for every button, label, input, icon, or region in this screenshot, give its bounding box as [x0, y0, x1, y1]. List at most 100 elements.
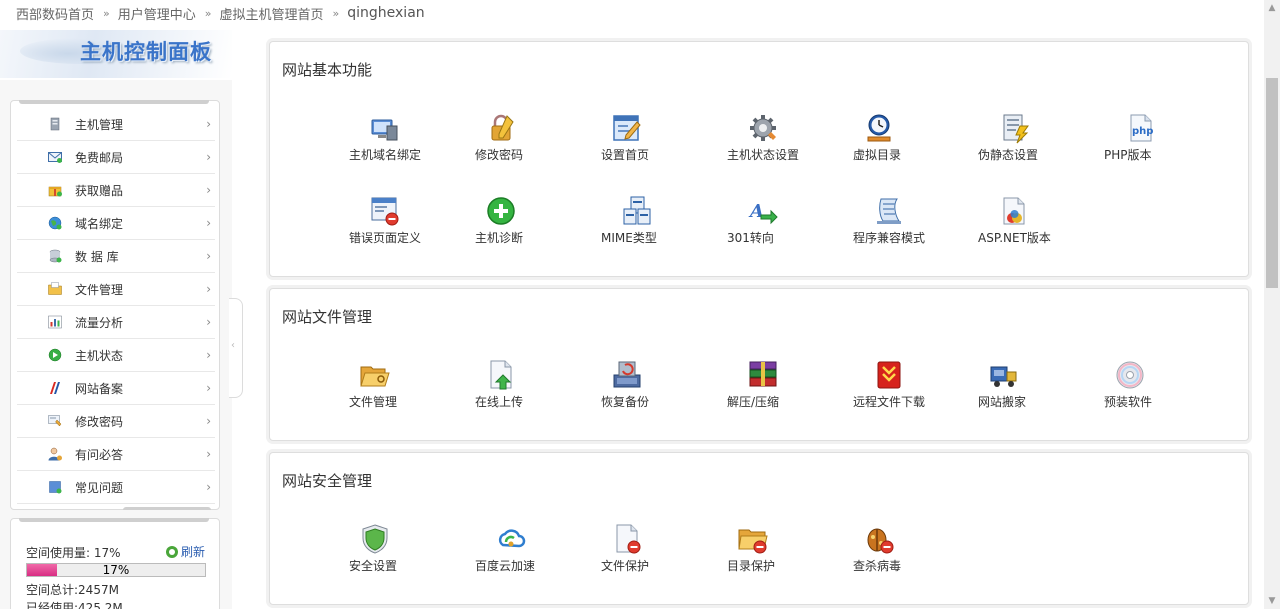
chevron-right-icon: ›: [206, 216, 211, 230]
sidebar-bottom-bar: [123, 507, 211, 510]
sidebar-item[interactable]: 数 据 库 ›: [17, 240, 215, 273]
sidebar-item-label: 数 据 库: [75, 249, 119, 264]
function-item[interactable]: 安全设置: [349, 523, 459, 574]
chevron-right-icon: ›: [206, 447, 211, 461]
scroll-up-icon[interactable]: ▲: [1264, 0, 1280, 16]
panel-file-management: 网站文件管理 文件管理 在线上传 恢复备份 解压/压缩 远程文件下载 网站搬家 预装软件: [269, 288, 1249, 441]
sidebar-item[interactable]: 主机管理 ›: [17, 108, 215, 141]
function-item[interactable]: 恢复备份: [601, 359, 711, 410]
control-panel-logo: 主机控制面板: [0, 30, 232, 78]
function-item[interactable]: 网站搬家: [978, 359, 1088, 410]
chevron-right-icon: ›: [206, 348, 211, 362]
function-item-label: 恢复备份: [601, 395, 650, 409]
function-item[interactable]: 伪静态设置: [978, 112, 1088, 163]
error-page-icon: [369, 195, 401, 227]
breadcrumb-vhost-home[interactable]: 虚拟主机管理首页: [220, 4, 324, 23]
function-item-label: 百度云加速: [475, 559, 536, 573]
database-icon: [47, 248, 63, 264]
gift-icon: [47, 182, 63, 198]
chevron-right-icon: ›: [206, 150, 211, 164]
sidebar-item-label: 域名绑定: [75, 216, 124, 231]
scroll-thumb[interactable]: [1266, 78, 1278, 288]
restore-icon: [611, 359, 643, 391]
sidebar-item[interactable]: 网站备案 ›: [17, 372, 215, 405]
sidebar-item-label: 网站备案: [75, 381, 124, 396]
function-item[interactable]: 虚拟目录: [853, 112, 963, 163]
sidebar-item-label: 修改密码: [75, 414, 124, 429]
sidebar-item[interactable]: 流量分析 ›: [17, 306, 215, 339]
globe-icon: [47, 215, 63, 231]
sidebar-item[interactable]: 域名绑定 ›: [17, 207, 215, 240]
panel-title: 网站基本功能: [282, 61, 373, 79]
sidebar-collapse-handle[interactable]: ‹: [229, 298, 243, 398]
sidebar-item[interactable]: 常见问题 ›: [17, 471, 215, 504]
breadcrumb-home[interactable]: 西部数码首页: [16, 4, 94, 23]
function-item[interactable]: 设置首页: [601, 112, 711, 163]
sidebar-item[interactable]: 主机状态 ›: [17, 339, 215, 372]
sidebar-menu: 主机管理 › 免费邮局 › 获取赠品 › 域名绑定 › 数 据 库 › 文件管理 › 流量分析 › 主机状态…: [10, 100, 220, 510]
mail-icon: [47, 149, 63, 165]
breadcrumb: 西部数码首页 » 用户管理中心 » 虚拟主机管理首页 » qinghexian: [16, 4, 425, 23]
truck-icon: [988, 359, 1020, 391]
space-usage-bar-text: 17%: [102, 563, 130, 577]
function-item[interactable]: ASP.NET版本: [978, 195, 1088, 246]
function-item[interactable]: 目录保护: [727, 523, 837, 574]
sidebar-item[interactable]: 文件管理 ›: [17, 273, 215, 306]
domain-bind-icon: [369, 112, 401, 144]
gear-icon: [747, 112, 779, 144]
refresh-icon: [166, 545, 178, 558]
server-icon: [47, 116, 63, 132]
panel-title: 网站安全管理: [282, 472, 373, 490]
function-item[interactable]: 文件保护: [601, 523, 711, 574]
sidebar-item[interactable]: 免费邮局 ›: [17, 141, 215, 174]
function-item-label: 预装软件: [1104, 395, 1153, 409]
function-item-label: 主机状态设置: [727, 148, 800, 162]
lock-icon: [485, 112, 517, 144]
function-item[interactable]: 错误页面定义: [349, 195, 459, 246]
space-usage-bar: 17%: [26, 563, 206, 577]
function-item[interactable]: 修改密码: [475, 112, 585, 163]
file-protect-icon: [611, 523, 643, 555]
space-used: 已经使用:425.2M: [26, 601, 123, 609]
function-item[interactable]: php PHP版本: [1104, 112, 1214, 163]
rewrite-icon: [998, 112, 1030, 144]
homepage-icon: [611, 112, 643, 144]
function-item[interactable]: 在线上传: [475, 359, 585, 410]
chevron-right-icon: ›: [206, 183, 211, 197]
breadcrumb-user-center[interactable]: 用户管理中心: [118, 4, 196, 23]
function-item[interactable]: 百度云加速: [475, 523, 585, 574]
scroll-down-icon[interactable]: ▼: [1264, 593, 1280, 609]
svg-text:php: php: [1132, 126, 1153, 137]
function-item[interactable]: 预装软件: [1104, 359, 1214, 410]
function-item[interactable]: 解压/压缩: [727, 359, 837, 410]
space-top-bar: [19, 518, 209, 522]
space-usage-box: 空间使用量: 17% 刷新 17% 空间总计:2457M 已经使用:425.2M: [10, 518, 220, 609]
function-item[interactable]: 程序兼容模式: [853, 195, 963, 246]
function-item[interactable]: 主机域名绑定: [349, 112, 459, 163]
function-item-label: 虚拟目录: [853, 148, 902, 162]
function-item-label: 在线上传: [475, 395, 524, 409]
sidebar-item[interactable]: 有问必答 ›: [17, 438, 215, 471]
sidebar-item[interactable]: 修改密码 ›: [17, 405, 215, 438]
function-item[interactable]: 查杀病毒: [853, 523, 963, 574]
function-item[interactable]: MIME类型: [601, 195, 711, 246]
compat-icon: [873, 195, 905, 227]
refresh-button[interactable]: 刷新: [166, 543, 205, 560]
aspnet-icon: [998, 195, 1030, 227]
chevron-right-icon: ›: [206, 315, 211, 329]
upload-icon: [485, 359, 517, 391]
chart-icon: [47, 314, 63, 330]
sidebar-top-bar: [19, 100, 209, 104]
sidebar-item-label: 免费邮局: [75, 150, 124, 165]
page-scrollbar[interactable]: ▲ ▼: [1264, 0, 1280, 609]
refresh-label: 刷新: [181, 545, 206, 559]
function-item[interactable]: 主机诊断: [475, 195, 585, 246]
function-item[interactable]: 远程文件下载: [853, 359, 963, 410]
function-item[interactable]: 文件管理: [349, 359, 459, 410]
function-item-label: 解压/压缩: [727, 395, 780, 409]
function-item[interactable]: 主机状态设置: [727, 112, 837, 163]
sidebar-item[interactable]: 获取赠品 ›: [17, 174, 215, 207]
record-icon: [47, 380, 63, 396]
function-item-label: 安全设置: [349, 559, 398, 573]
function-item[interactable]: A 301转向: [727, 195, 837, 246]
